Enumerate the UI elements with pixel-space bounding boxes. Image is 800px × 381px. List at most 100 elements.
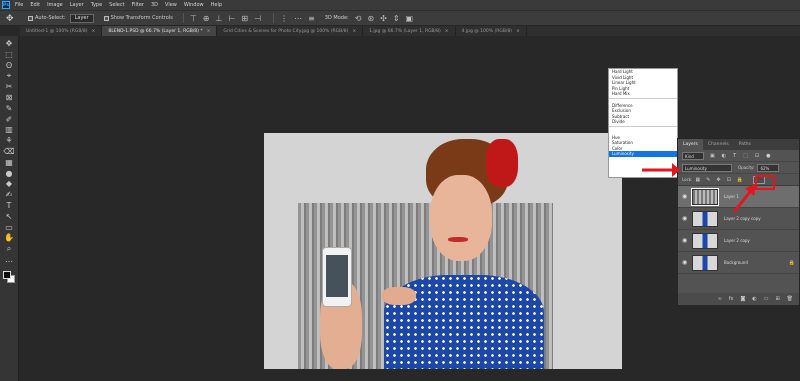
layer-row[interactable]: ◉ Background 🔒 — [678, 252, 799, 274]
lock-position-icon[interactable]: ✥ — [716, 177, 720, 183]
layer-name[interactable]: Layer 2 copy copy — [724, 216, 761, 221]
align-center-icon[interactable]: ⊞ — [241, 14, 248, 23]
distribute-icon[interactable]: ⋮ — [280, 14, 288, 23]
blend-option-hard-mix[interactable]: Hard Mix — [609, 91, 677, 97]
opacity-field[interactable]: 62% — [757, 163, 780, 172]
align-right-icon[interactable]: ⊣ — [254, 14, 261, 23]
close-icon[interactable]: × — [516, 29, 520, 34]
gradient-tool-icon[interactable]: ▦ — [2, 158, 16, 168]
close-icon[interactable]: × — [92, 29, 96, 34]
visibility-eye-icon[interactable]: ◉ — [682, 259, 692, 266]
close-icon[interactable]: × — [352, 29, 356, 34]
transform-controls-checkbox[interactable] — [103, 15, 109, 21]
frame-tool-icon[interactable]: ⊠ — [2, 93, 16, 103]
pixel-filter-icon[interactable]: ▣ — [710, 153, 715, 159]
color-swatches[interactable] — [2, 270, 16, 284]
blend-mode-select[interactable]: Luminosity — [682, 163, 732, 172]
zoom-tool-icon[interactable]: ⌕ — [2, 244, 16, 254]
tab-grid-cities[interactable]: Grid Cities & Scenes for Photo City.jpg … — [217, 26, 364, 36]
eraser-tool-icon[interactable]: ⌫ — [2, 147, 16, 157]
crop-tool-icon[interactable]: ✂ — [2, 82, 16, 92]
dodge-tool-icon[interactable]: ◆ — [2, 179, 16, 189]
filter-toggle-icon[interactable]: ● — [766, 153, 770, 159]
layer-row[interactable]: ◉ Layer 2 copy — [678, 230, 799, 252]
new-layer-icon[interactable]: ⊞ — [775, 296, 779, 302]
adjustment-layer-icon[interactable]: ◐ — [752, 296, 756, 302]
move-tool-icon[interactable]: ✥ — [6, 14, 14, 24]
menu-view[interactable]: View — [165, 2, 177, 8]
layer-name[interactable]: Layer 2 copy — [724, 238, 750, 243]
menu-3d[interactable]: 3D — [151, 2, 158, 8]
menu-type[interactable]: Type — [91, 2, 102, 8]
shape-filter-icon[interactable]: ⬚ — [743, 153, 748, 159]
tab-1-jpg[interactable]: 1.jpg @ 66.7% (Layer 1, RGB/8) × — [363, 26, 456, 36]
menu-window[interactable]: Window — [184, 2, 204, 8]
blur-tool-icon[interactable]: ● — [2, 169, 16, 179]
smart-object-filter-icon[interactable]: ⊡ — [755, 153, 759, 159]
align-top-icon[interactable]: ⊤ — [190, 14, 197, 23]
type-tool-icon[interactable]: T — [2, 201, 16, 211]
orbit-3d-icon[interactable]: ⟲ — [355, 14, 362, 23]
move-tool-icon[interactable]: ✥ — [2, 39, 16, 49]
type-filter-icon[interactable]: T — [733, 153, 736, 159]
hand-tool-icon[interactable]: ✋ — [2, 233, 16, 243]
auto-select-dropdown[interactable]: Layer — [69, 13, 94, 23]
blend-option-luminosity[interactable]: Luminosity — [609, 151, 677, 157]
brush-tool-icon[interactable]: ▥ — [2, 125, 16, 135]
link-layers-icon[interactable]: ∞ — [718, 296, 722, 302]
close-icon[interactable]: × — [207, 29, 211, 34]
lock-transparent-icon[interactable]: ▦ — [695, 177, 700, 183]
tab-blend-1[interactable]: BLEND-1.PSD @ 66.7% (Layer 1, RGB/8) * × — [102, 26, 218, 36]
tab-paths[interactable]: Paths — [734, 139, 756, 150]
lasso-tool-icon[interactable]: ʘ — [2, 61, 16, 71]
visibility-eye-icon[interactable]: ◉ — [682, 215, 692, 222]
tab-channels[interactable]: Channels — [703, 139, 734, 150]
new-group-icon[interactable]: ▭ — [764, 296, 769, 302]
layer-thumbnail — [692, 254, 718, 271]
align-left-icon[interactable]: ⊢ — [228, 14, 235, 23]
marquee-tool-icon[interactable]: ⬚ — [2, 50, 16, 60]
clone-stamp-tool-icon[interactable]: ⚘ — [2, 136, 16, 146]
more-tools-icon[interactable]: … — [2, 255, 16, 265]
tab-layers[interactable]: Layers — [678, 139, 703, 150]
distribute-v-icon[interactable]: ≡ — [308, 14, 315, 23]
visibility-eye-icon[interactable]: ◉ — [682, 193, 692, 200]
close-icon[interactable]: × — [445, 29, 449, 34]
fx-icon[interactable]: fx — [729, 296, 734, 302]
adjustment-filter-icon[interactable]: ◐ — [722, 153, 726, 159]
menu-select[interactable]: Select — [109, 2, 124, 8]
layer-name[interactable]: Background — [724, 260, 748, 265]
eyedropper-tool-icon[interactable]: ✎ — [2, 104, 16, 114]
align-middle-icon[interactable]: ⊕ — [203, 14, 210, 23]
lock-image-icon[interactable]: ✎ — [706, 177, 710, 183]
pen-tool-icon[interactable]: ✍ — [2, 190, 16, 200]
distribute-h-icon[interactable]: ⋯ — [294, 14, 302, 23]
healing-brush-tool-icon[interactable]: ✐ — [2, 115, 16, 125]
document-canvas[interactable] — [264, 133, 622, 369]
quick-select-tool-icon[interactable]: ⌖ — [2, 71, 16, 81]
align-bottom-icon[interactable]: ⊥ — [215, 14, 222, 23]
foreground-color-swatch[interactable] — [3, 270, 11, 279]
roll-3d-icon[interactable]: ⊛ — [367, 14, 374, 23]
menu-image[interactable]: Image — [47, 2, 63, 8]
pan-3d-icon[interactable]: ✣ — [380, 14, 387, 23]
woman-lips — [448, 237, 468, 242]
tab-untitled-1[interactable]: Untitled-1 @ 100% (RGB/8) × — [20, 26, 103, 36]
slide-3d-icon[interactable]: ⇕ — [393, 14, 400, 23]
blend-option-divide[interactable]: Divide — [609, 119, 677, 125]
shape-tool-icon[interactable]: ▭ — [2, 223, 16, 233]
menu-filter[interactable]: Filter — [132, 2, 144, 8]
tools-panel: ✥ ⬚ ʘ ⌖ ✂ ⊠ ✎ ✐ ▥ ⚘ ⌫ ▦ ● ◆ ✍ T ↖ ▭ ✋ ⌕ … — [0, 36, 19, 381]
auto-select-checkbox[interactable] — [28, 15, 33, 21]
visibility-eye-icon[interactable]: ◉ — [682, 237, 692, 244]
path-selection-tool-icon[interactable]: ↖ — [2, 212, 16, 222]
add-mask-icon[interactable]: ◙ — [740, 296, 745, 302]
tab-4-jpg[interactable]: 4.jpg @ 100% (RGB/8) × — [456, 26, 527, 36]
kind-filter-dropdown[interactable]: Kind — [682, 151, 704, 160]
scale-3d-icon[interactable]: ▣ — [406, 14, 414, 23]
menu-file[interactable]: File — [15, 2, 23, 8]
menu-help[interactable]: Help — [211, 2, 222, 8]
trash-icon[interactable]: 🗑 — [787, 296, 793, 302]
menu-layer[interactable]: Layer — [70, 2, 84, 8]
menu-edit[interactable]: Edit — [30, 2, 40, 8]
